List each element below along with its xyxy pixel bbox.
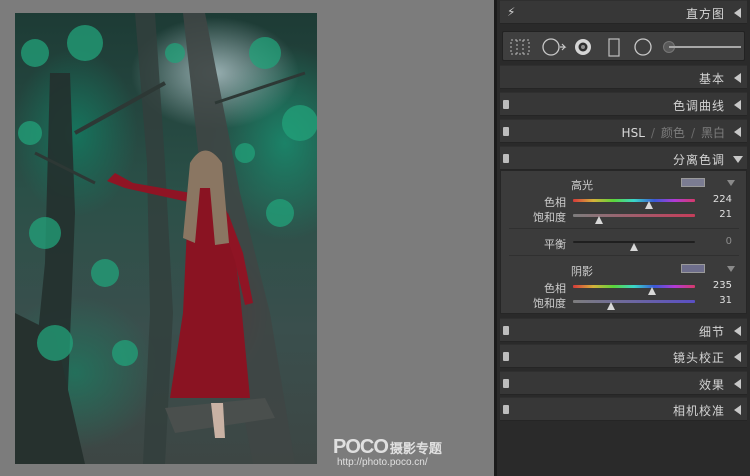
split-toning-body: 高光 色相 224 饱和度 21 平衡 0 阴影 色相 235 饱和度 31 (500, 170, 747, 314)
panel-toggle-switch[interactable] (503, 127, 509, 136)
forest-scene (15, 13, 317, 464)
highlights-hue-row: 色相 224 (501, 193, 746, 209)
lightning-icon[interactable]: ⚡ (507, 5, 515, 19)
slider-label: 饱和度 (533, 297, 566, 310)
collapse-triangle-icon[interactable] (734, 73, 741, 83)
collapse-triangle-icon[interactable] (734, 405, 741, 415)
balance-row: 平衡 0 (501, 235, 746, 251)
tab-hsl[interactable]: HSL (622, 126, 645, 140)
highlights-color-swatch[interactable] (681, 178, 705, 187)
highlights-hue-slider[interactable] (573, 199, 695, 209)
develop-right-panel: ⚡ 直方图 基本 色调曲线 HSL / 颜色 / 黑白 分离色调 高光 色相 2… (497, 0, 750, 476)
tool-strip (502, 31, 745, 61)
basic-header[interactable]: 基本 (500, 65, 747, 89)
tone-curve-label: 色调曲线 (672, 99, 725, 113)
radial-filter-icon[interactable] (633, 38, 653, 56)
brush-size-slider[interactable] (669, 46, 741, 48)
effects-label: 效果 (698, 378, 725, 392)
slider-thumb[interactable] (594, 216, 603, 224)
histogram-label: 直方图 (685, 7, 725, 21)
slider-value[interactable]: 235 (713, 280, 732, 291)
collapse-triangle-icon[interactable] (734, 100, 741, 110)
split-toning-label: 分离色调 (672, 153, 725, 167)
shadows-hue-row: 色相 235 (501, 279, 746, 295)
slider-value[interactable]: 224 (713, 194, 732, 205)
slider-thumb[interactable] (606, 302, 615, 310)
panel-toggle-switch[interactable] (503, 326, 509, 335)
collapse-triangle-icon[interactable] (734, 8, 741, 18)
effects-header[interactable]: 效果 (500, 371, 747, 395)
photo-canvas[interactable]: POCO 摄影专题 http://photo.poco.cn/ (0, 0, 494, 476)
shadows-subheader: 阴影 (501, 262, 746, 278)
camera-calibration-header[interactable]: 相机校准 (500, 397, 747, 421)
histogram-header[interactable]: ⚡ 直方图 (500, 0, 747, 24)
photo-preview[interactable] (15, 13, 317, 464)
panel-toggle-switch[interactable] (503, 154, 509, 163)
highlights-saturation-slider[interactable] (573, 214, 695, 224)
slider-thumb[interactable] (630, 243, 638, 251)
shadows-color-swatch[interactable] (681, 264, 705, 273)
highlights-subheader: 高光 (501, 176, 746, 192)
collapse-triangle-icon[interactable] (734, 127, 741, 137)
detail-header[interactable]: 细节 (500, 318, 747, 342)
watermark-brand: POCO (333, 436, 389, 458)
graduated-filter-icon[interactable] (607, 38, 621, 58)
collapse-triangle-icon[interactable] (734, 379, 741, 389)
slider-label: 饱和度 (533, 211, 566, 224)
expand-triangle-icon[interactable] (733, 156, 743, 163)
collapse-triangle-icon[interactable] (734, 326, 741, 336)
highlights-title: 高光 (571, 179, 593, 192)
camera-calibration-label: 相机校准 (672, 404, 725, 418)
tone-curve-header[interactable]: 色调曲线 (500, 92, 747, 116)
slider-value[interactable]: 0 (726, 236, 732, 247)
slider-value[interactable]: 31 (719, 295, 732, 306)
slider-value[interactable]: 21 (719, 209, 732, 220)
swatch-dropdown-icon[interactable] (727, 180, 735, 186)
watermark-title: 摄影专题 (389, 442, 442, 457)
shadows-hue-slider[interactable] (573, 285, 695, 295)
poco-watermark: POCO 摄影专题 http://photo.poco.cn/ (333, 436, 442, 468)
tab-color[interactable]: 颜色 (661, 126, 685, 140)
divider (509, 255, 739, 256)
watermark-url: http://photo.poco.cn/ (337, 457, 428, 468)
hsl-header[interactable]: HSL / 颜色 / 黑白 (500, 119, 747, 143)
panel-toggle-switch[interactable] (503, 379, 509, 388)
shadows-saturation-slider[interactable] (573, 300, 695, 310)
divider (509, 228, 739, 229)
detail-label: 细节 (698, 325, 725, 339)
collapse-triangle-icon[interactable] (734, 352, 741, 362)
grid-crop-icon[interactable] (509, 38, 531, 56)
panel-toggle-switch[interactable] (503, 405, 509, 414)
panel-toggle-switch[interactable] (503, 352, 509, 361)
basic-label: 基本 (698, 72, 725, 86)
lens-correction-label: 镜头校正 (672, 351, 725, 365)
slider-label: 平衡 (544, 238, 566, 251)
split-toning-header[interactable]: 分离色调 (500, 146, 747, 170)
panel-toggle-switch[interactable] (503, 100, 509, 109)
shadows-title: 阴影 (571, 265, 593, 278)
highlights-saturation-row: 饱和度 21 (501, 208, 746, 224)
spot-removal-icon[interactable] (541, 38, 567, 56)
redeye-icon[interactable] (573, 38, 593, 56)
shadows-saturation-row: 饱和度 31 (501, 294, 746, 310)
swatch-dropdown-icon[interactable] (727, 266, 735, 272)
hsl-tab-group: HSL / 颜色 / 黑白 (621, 126, 725, 140)
balance-slider[interactable] (573, 241, 695, 251)
tab-bw[interactable]: 黑白 (701, 126, 725, 140)
lens-correction-header[interactable]: 镜头校正 (500, 344, 747, 368)
